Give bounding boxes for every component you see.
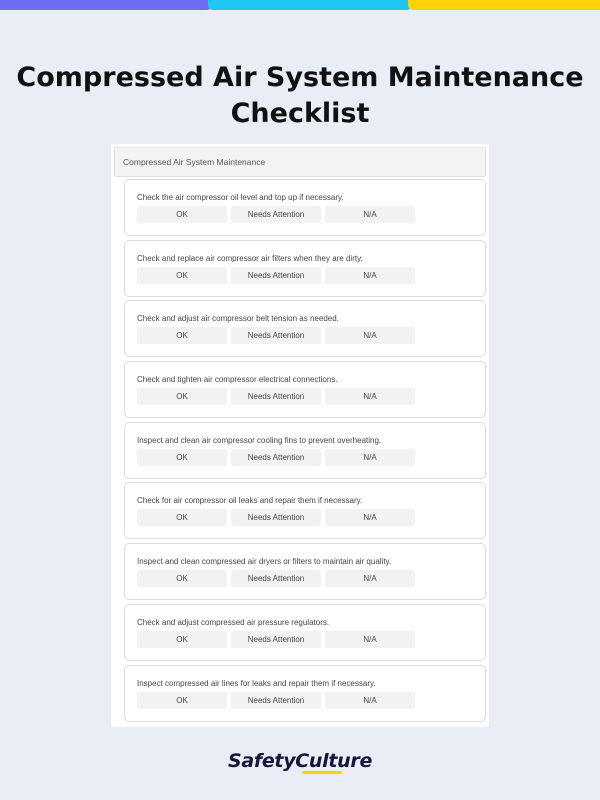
na-option-button[interactable]: N/A [325, 327, 415, 345]
accent-bar-purple [0, 0, 212, 10]
response-options: OK Needs Attention N/A [137, 206, 415, 223]
na-option-button[interactable]: N/A [325, 570, 415, 588]
checklist-item: Check and replace air compressor air fil… [124, 239, 486, 297]
brand-name: SafetyCulture [227, 750, 373, 772]
na-option-button[interactable]: N/A [325, 206, 415, 223]
na-option-button[interactable]: N/A [325, 448, 415, 466]
ok-option-button[interactable]: OK [137, 448, 227, 466]
checklist-item-text: Inspect and clean air compressor cooling… [137, 435, 382, 445]
needs-attention-option-button[interactable]: Needs Attention [231, 327, 321, 345]
na-option-button[interactable]: N/A [325, 630, 415, 648]
checklist-item: Check and tighten air compressor electri… [124, 361, 486, 419]
ok-option-button[interactable]: OK [137, 206, 227, 223]
ok-option-button[interactable]: OK [137, 509, 227, 527]
response-options: OK Needs Attention N/A [137, 388, 415, 406]
checklist-item-text: Check the air compressor oil level and t… [137, 193, 344, 202]
brand-logo: SafetyCulture [0, 750, 600, 775]
checklist-item: Check the air compressor oil level and t… [124, 179, 486, 236]
response-options: OK Needs Attention N/A [137, 509, 415, 527]
response-options: OK Needs Attention N/A [137, 570, 415, 588]
checklist-item-text: Check and adjust compressed air pressure… [137, 617, 330, 627]
na-option-button[interactable]: N/A [325, 388, 415, 406]
checklist-item: Inspect compressed air lines for leaks a… [124, 664, 486, 722]
checklist-panel: Compressed Air System Maintenance Check … [111, 144, 489, 727]
needs-attention-option-button[interactable]: Needs Attention [231, 570, 321, 588]
needs-attention-option-button[interactable]: Needs Attention [231, 388, 321, 406]
checklist-items: Check the air compressor oil level and t… [124, 179, 486, 725]
checklist-section-header[interactable]: Compressed Air System Maintenance [114, 147, 486, 177]
checklist-item-text: Check for air compressor oil leaks and r… [137, 496, 363, 506]
response-options: OK Needs Attention N/A [137, 266, 415, 284]
top-accent-bar [0, 0, 600, 10]
response-options: OK Needs Attention N/A [137, 630, 415, 648]
ok-option-button[interactable]: OK [137, 570, 227, 588]
ok-option-button[interactable]: OK [137, 388, 227, 406]
na-option-button[interactable]: N/A [325, 266, 415, 284]
checklist-item-text: Check and adjust air compressor belt ten… [137, 314, 339, 324]
checklist-item: Check and adjust air compressor belt ten… [124, 300, 486, 358]
checklist-item: Check and adjust compressed air pressure… [124, 603, 486, 661]
ok-option-button[interactable]: OK [137, 691, 227, 709]
na-option-button[interactable]: N/A [325, 509, 415, 527]
ok-option-button[interactable]: OK [137, 327, 227, 345]
needs-attention-option-button[interactable]: Needs Attention [231, 448, 321, 466]
accent-bar-yellow [408, 0, 600, 10]
page-title: Compressed Air System Maintenance Checkl… [16, 62, 584, 129]
checklist-item: Inspect and clean compressed air dryers … [124, 543, 486, 601]
needs-attention-option-button[interactable]: Needs Attention [231, 206, 321, 223]
checklist-item-text: Check and replace air compressor air fil… [137, 253, 363, 263]
needs-attention-option-button[interactable]: Needs Attention [231, 630, 321, 648]
checklist-item-text: Inspect compressed air lines for leaks a… [137, 678, 376, 688]
needs-attention-option-button[interactable]: Needs Attention [231, 691, 321, 709]
needs-attention-option-button[interactable]: Needs Attention [231, 266, 321, 284]
response-options: OK Needs Attention N/A [137, 691, 415, 709]
ok-option-button[interactable]: OK [137, 630, 227, 648]
needs-attention-option-button[interactable]: Needs Attention [231, 509, 321, 527]
checklist-item: Check for air compressor oil leaks and r… [124, 482, 486, 540]
brand-underline [302, 771, 342, 774]
na-option-button[interactable]: N/A [325, 691, 415, 709]
checklist-item-text: Inspect and clean compressed air dryers … [137, 557, 392, 567]
response-options: OK Needs Attention N/A [137, 448, 415, 466]
ok-option-button[interactable]: OK [137, 266, 227, 284]
checklist-item-text: Check and tighten air compressor electri… [137, 375, 338, 385]
accent-bar-cyan [208, 0, 412, 10]
checklist-item: Inspect and clean air compressor cooling… [124, 421, 486, 479]
response-options: OK Needs Attention N/A [137, 327, 415, 345]
